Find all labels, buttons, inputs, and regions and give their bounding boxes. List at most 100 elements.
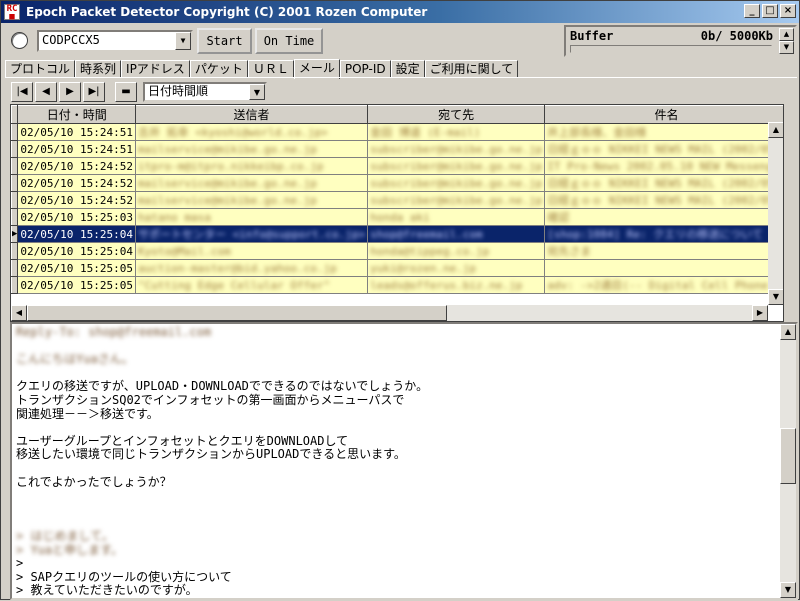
tab-url[interactable]: ＵＲＬ xyxy=(247,60,294,78)
mail-panel: |◀ ◀ ▶ ▶| ▬ 日付時間順 ▼ 日付・時間 送信者 宛て先 件名 02/… xyxy=(5,77,798,601)
delete-record-icon[interactable]: ▬ xyxy=(115,82,137,102)
cell-date: 02/05/10 15:25:04 xyxy=(17,242,137,260)
cell-date: 02/05/10 15:24:52 xyxy=(17,157,137,175)
scroll-up-icon[interactable]: ▲ xyxy=(768,122,783,138)
cell-date: 02/05/10 15:24:52 xyxy=(17,174,137,192)
message-body-pane[interactable]: Reply-To: shop@freemail.com こんにちはYuaさん。 … xyxy=(10,322,798,600)
capture-radio[interactable] xyxy=(11,32,28,49)
spin-down-icon[interactable]: ▼ xyxy=(779,41,794,54)
scroll-down-icon[interactable]: ▼ xyxy=(780,582,796,598)
col-header-to[interactable]: 宛て先 xyxy=(367,105,546,124)
message-scroll-thumb[interactable] xyxy=(780,428,796,484)
cell-to: subscriber@mikibe.go.ne.jp xyxy=(367,191,546,209)
cell-date: 02/05/10 15:25:04 xyxy=(17,225,137,243)
tab-pop-id[interactable]: POP-ID xyxy=(339,60,391,78)
buffer-label: Buffer xyxy=(570,29,614,43)
chevron-down-icon[interactable]: ▼ xyxy=(249,84,265,100)
cell-subject: 宛先さま xyxy=(544,242,783,260)
cell-subject-text: IT Pro-News 2002.05.10 NEW Messenger xyxy=(547,159,784,173)
device-select[interactable]: CODPCCX5 ▼ xyxy=(37,30,193,52)
cell-to: subscriber@mikibe.go.ne.jp xyxy=(367,140,546,158)
tab-timeline[interactable]: 時系列 xyxy=(75,60,122,78)
cell-date: 02/05/10 15:24:52 xyxy=(17,191,137,209)
cell-from-text: hatano masa xyxy=(138,210,211,224)
message-line: クエリの移送ですが、UPLOAD・DOWNLOADでできるのではないでしょうか。 xyxy=(16,379,429,394)
cell-to: 金田 博道 (E-mail) xyxy=(367,123,546,141)
cell-from-text: "Cutting Edge Cellular Offer" xyxy=(138,278,331,292)
last-record-icon[interactable]: ▶| xyxy=(83,82,105,102)
cell-from: Kyoto@Mail.com xyxy=(135,242,369,260)
chevron-down-icon[interactable]: ▼ xyxy=(175,32,191,50)
col-header-from[interactable]: 送信者 xyxy=(135,105,369,124)
table-row[interactable]: 02/05/10 15:25:05 "Cutting Edge Cellular … xyxy=(11,276,783,294)
table-row[interactable]: 02/05/10 15:24:52 mailservice@mikibe.go.n… xyxy=(11,174,783,192)
cell-from: mailservice@mikibe.go.ne.jp xyxy=(135,174,369,192)
tab-about[interactable]: ご利用に関して xyxy=(424,60,519,78)
tab-mail[interactable]: メール xyxy=(293,59,340,79)
ontime-button[interactable]: On Time xyxy=(255,28,323,54)
sort-select-value: 日付時間順 xyxy=(148,84,209,98)
sort-select[interactable]: 日付時間順 ▼ xyxy=(143,82,267,102)
cell-to-text: leads@offerus.biz.ne.jp xyxy=(370,278,523,292)
next-record-icon[interactable]: ▶ xyxy=(59,82,81,102)
table-row[interactable]: 02/05/10 15:24:52 mailservice@mikibe.go.n… xyxy=(11,191,783,209)
cell-subject: 日経ｇｏｏ NIKKEI NEWS MAIL (2002/05/ xyxy=(544,174,783,192)
horizontal-scroll-thumb[interactable] xyxy=(27,305,447,321)
tab-settings[interactable]: 設定 xyxy=(390,60,425,78)
cell-to: honda@tippeg.co.jp xyxy=(367,242,546,260)
toolbar: CODPCCX5 ▼ Start On Time Buffer 0b/ 5000… xyxy=(1,23,799,59)
spin-up-icon[interactable]: ▲ xyxy=(779,28,794,41)
message-line: > Yuaと申します。 xyxy=(16,542,123,557)
scroll-up-icon[interactable]: ▲ xyxy=(780,324,796,340)
message-line: トランザクションSQ02でインフォセットの第一画面からメニューパスで xyxy=(16,392,405,407)
minimize-button[interactable]: _ xyxy=(744,4,760,18)
maximize-button[interactable]: □ xyxy=(762,4,778,18)
app-window: RC ■ Epoch Packet Detector Copyright (C)… xyxy=(0,0,800,600)
cell-subject-text: 宛先さま xyxy=(547,245,592,258)
tab-ip-address[interactable]: IPアドレス xyxy=(121,60,190,78)
close-button[interactable]: × xyxy=(780,4,796,18)
title-bar[interactable]: RC ■ Epoch Packet Detector Copyright (C)… xyxy=(1,1,799,23)
tab-protocol[interactable]: プロトコル xyxy=(5,60,76,78)
message-line: これでよかったでしょうか？ xyxy=(16,474,172,489)
cell-to: subscriber@mikibe.go.ne.jp xyxy=(367,174,546,192)
cell-to-text: shop@freemail.com xyxy=(370,227,483,241)
cell-subject-text: 確認 xyxy=(547,211,570,224)
cell-subject: adv: ->2通目(-- Digital Cell Phone ( xyxy=(544,276,783,294)
cell-to-text: subscriber@mikibe.go.ne.jp xyxy=(370,193,543,207)
col-header-subject[interactable]: 件名 xyxy=(544,105,783,124)
cell-to: leads@offerus.biz.ne.jp xyxy=(367,276,546,294)
cell-date: 02/05/10 15:25:05 xyxy=(17,276,137,294)
table-horizontal-scrollbar[interactable]: ◀ ▶ xyxy=(11,305,768,321)
table-row[interactable]: 02/05/10 15:25:05 auction-master@bid.yaho… xyxy=(11,259,783,277)
cell-from: サポートセンター <info@support.co.jp> xyxy=(135,225,369,243)
table-row[interactable]: 02/05/10 15:24:51 吉井 拓幸 <kyoshi@world.co.… xyxy=(11,123,783,141)
table-header-row: 日付・時間 送信者 宛て先 件名 xyxy=(11,105,783,124)
start-button[interactable]: Start xyxy=(197,28,252,54)
prev-record-icon[interactable]: ◀ xyxy=(35,82,57,102)
cell-from: 吉井 拓幸 <kyoshi@world.co.jp> xyxy=(135,123,369,141)
cell-subject-text: [shop:1084] Re: クエリの移送について xyxy=(547,228,763,241)
tab-packet[interactable]: パケット xyxy=(189,60,248,78)
table-vertical-scrollbar[interactable]: ▲ ▼ xyxy=(768,122,783,305)
cell-date: 02/05/10 15:24:51 xyxy=(17,123,137,141)
table-row[interactable]: 02/05/10 15:25:04 Kyoto@Mail.com honda@tip… xyxy=(11,242,783,260)
scroll-left-icon[interactable]: ◀ xyxy=(11,305,27,321)
col-header-date[interactable]: 日付・時間 xyxy=(17,105,137,124)
scroll-right-icon[interactable]: ▶ xyxy=(752,305,768,321)
first-record-icon[interactable]: |◀ xyxy=(11,82,33,102)
message-vertical-scrollbar[interactable]: ▲ ▼ xyxy=(780,324,796,598)
table-row[interactable]: 02/05/10 15:25:03 hatano masa honda aki 確認 xyxy=(11,208,783,226)
cell-date: 02/05/10 15:25:03 xyxy=(17,208,137,226)
scroll-down-icon[interactable]: ▼ xyxy=(768,289,783,305)
window-controls: _ □ × xyxy=(744,4,796,18)
cell-subject: 日経ｇｏｏ NIKKEI NEWS MAIL (2002/05/ xyxy=(544,191,783,209)
cell-from-text: mailservice@mikibe.go.ne.jp xyxy=(138,142,317,156)
cell-subject xyxy=(544,259,783,277)
table-row[interactable]: 02/05/10 15:24:52 itpro-m@itpro.nikkeibp.… xyxy=(11,157,784,175)
table-row[interactable]: 02/05/10 15:24:51 mailservice@mikibe.go.n… xyxy=(11,140,783,158)
cell-to-text: honda@tippeg.co.jp xyxy=(370,244,490,258)
message-body-text: Reply-To: shop@freemail.com こんにちはYuaさん。 … xyxy=(16,325,429,598)
table-row[interactable]: ▶ 02/05/10 15:25:04 サポートセンター <info@support… xyxy=(11,225,783,243)
cell-subject-text: adv: ->2通目(-- Digital Cell Phone ( xyxy=(547,279,782,292)
